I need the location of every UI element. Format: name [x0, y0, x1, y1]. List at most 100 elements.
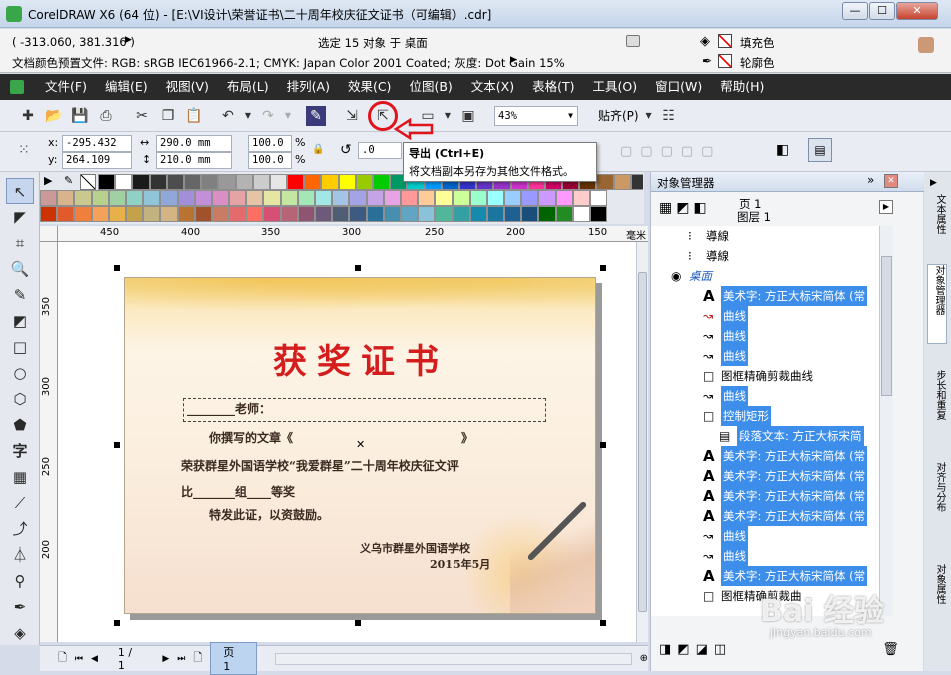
undo-dropdown-icon[interactable]: ▼	[244, 106, 252, 126]
color-swatch[interactable]	[297, 190, 315, 206]
vertical-ruler[interactable]: 350 300 250 200	[40, 242, 58, 642]
color-swatch[interactable]	[194, 206, 212, 222]
color-swatch[interactable]	[229, 206, 247, 222]
rotation-field[interactable]: .0	[358, 142, 402, 159]
color-swatch[interactable]	[304, 174, 322, 190]
first-page-icon[interactable]: ⏮	[75, 654, 83, 664]
hscroll-track[interactable]	[275, 652, 632, 665]
color-swatch[interactable]	[383, 206, 401, 222]
tree-row[interactable]: A 美术字: 方正大标宋简体 (常	[651, 446, 879, 466]
color-swatch[interactable]	[218, 174, 236, 190]
menu-help[interactable]: 帮助(H)	[711, 74, 773, 100]
fill-tool-icon[interactable]: ◈	[6, 620, 34, 646]
basic-shapes-tool-icon[interactable]: ⬟	[6, 412, 34, 438]
prev-page-icon[interactable]: ◀	[91, 654, 98, 664]
last-page-icon[interactable]: ⏭	[177, 654, 185, 664]
menu-file[interactable]: 文件(F)	[36, 74, 96, 100]
scrollbar-thumb[interactable]	[638, 272, 647, 612]
search-content-icon[interactable]: ✎	[306, 105, 326, 126]
color-swatch[interactable]	[418, 206, 436, 222]
object-manager-tab[interactable]: 对象管理器	[927, 264, 947, 344]
snapshot-icon[interactable]	[626, 35, 640, 47]
dimension-tool-icon[interactable]: ⟋	[6, 490, 34, 516]
edit-across-layers-icon[interactable]: ◧	[693, 200, 706, 216]
menu-effects[interactable]: 效果(C)	[339, 74, 400, 100]
color-swatch[interactable]	[504, 190, 522, 206]
no-outline-swatch[interactable]	[718, 54, 732, 68]
rectangle-tool-icon[interactable]: □	[6, 334, 34, 360]
no-fill-swatch[interactable]	[718, 34, 732, 48]
smart-fill-tool-icon[interactable]: ◩	[6, 308, 34, 334]
tree-row[interactable]: A 美术字: 方正大标宋简体 (常	[651, 286, 879, 306]
color-swatch[interactable]	[263, 190, 281, 206]
color-swatch[interactable]	[613, 174, 631, 190]
color-swatch[interactable]	[98, 174, 116, 190]
add-page-end-icon[interactable]: 🗋	[193, 649, 202, 668]
paste-icon[interactable]: 📋	[184, 106, 204, 126]
color-swatch[interactable]	[183, 174, 202, 190]
color-swatch[interactable]	[630, 174, 643, 190]
selection-handle-br[interactable]	[600, 620, 606, 626]
open-folder-icon[interactable]: 📂	[44, 106, 64, 126]
docker-tab-arrow-icon[interactable]: ▶	[930, 178, 937, 188]
shape-tool-icon[interactable]: ◤	[6, 204, 34, 230]
wrap-text-icon[interactable]: ▤	[808, 138, 832, 162]
menu-arrange[interactable]: 排列(A)	[278, 74, 339, 100]
color-swatch[interactable]	[538, 206, 556, 222]
tree-row[interactable]: ⁝ 導線	[651, 246, 879, 266]
color-swatch[interactable]	[366, 190, 384, 206]
color-swatch[interactable]	[280, 206, 298, 222]
pen-nib-icon[interactable]: ✒	[702, 54, 712, 68]
selection-handle-tr[interactable]	[600, 265, 606, 271]
tree-row[interactable]: ↝ 曲线	[651, 526, 879, 546]
color-swatch[interactable]	[143, 206, 161, 222]
color-swatch[interactable]	[194, 190, 212, 206]
minimize-button[interactable]: —	[842, 2, 868, 20]
save-icon[interactable]: 💾	[70, 106, 90, 126]
undo-icon[interactable]: ↶	[218, 106, 238, 126]
menu-edit[interactable]: 编辑(E)	[96, 74, 157, 100]
color-swatch[interactable]	[590, 190, 608, 206]
color-swatch[interactable]	[435, 206, 453, 222]
tree-row[interactable]: A 美术字: 方正大标宋简体 (常	[651, 506, 879, 526]
color-swatch[interactable]	[160, 190, 178, 206]
pick-tool-icon[interactable]: ↖	[6, 178, 34, 204]
print-icon[interactable]: ⎙	[96, 106, 116, 126]
align-buttons-group[interactable]: ▢▢▢▢▢	[620, 144, 770, 159]
layer-manager-icon[interactable]: ◩	[676, 200, 689, 216]
ellipse-tool-icon[interactable]: ○	[6, 360, 34, 386]
color-swatch[interactable]	[108, 206, 126, 222]
next-page-icon[interactable]: ▶	[162, 654, 169, 664]
color-swatch[interactable]	[596, 174, 614, 190]
color-swatch[interactable]	[252, 174, 270, 190]
combine-icon[interactable]: ◧	[776, 142, 789, 158]
color-swatch[interactable]	[74, 190, 92, 206]
color-swatch[interactable]	[366, 206, 384, 222]
menu-bitmaps[interactable]: 位图(B)	[400, 74, 461, 100]
new-master-layer-even-icon[interactable]: ◪	[696, 642, 708, 657]
tree-row[interactable]: ↝ 曲线	[651, 306, 879, 326]
polygon-tool-icon[interactable]: ⬡	[6, 386, 34, 412]
color-swatch[interactable]	[555, 190, 573, 206]
color-swatch[interactable]	[57, 206, 75, 222]
docker-close-icon[interactable]: ✕	[884, 174, 898, 188]
tree-row[interactable]: A 美术字: 方正大标宋简体 (常	[651, 466, 879, 486]
color-swatch[interactable]	[555, 206, 573, 222]
color-swatch[interactable]	[338, 174, 356, 190]
color-swatch[interactable]	[349, 206, 367, 222]
selection-handle-tl[interactable]	[114, 265, 120, 271]
blend-tool-icon[interactable]: ⏃	[6, 542, 34, 568]
color-swatch[interactable]	[521, 190, 539, 206]
selection-handle-ml[interactable]	[114, 442, 120, 448]
step-repeat-tab[interactable]: 步长和重复	[927, 370, 947, 454]
fill-bucket-icon[interactable]: ◈	[700, 34, 710, 49]
object-properties-tab[interactable]: 对象属性	[927, 564, 947, 644]
vertical-scrollbar[interactable]	[636, 242, 648, 642]
snap-to-menu[interactable]: 贴齐(P)	[598, 107, 639, 124]
color-swatch[interactable]	[201, 174, 219, 190]
tree-row[interactable]: ↝ 曲线	[651, 386, 879, 406]
color-swatch[interactable]	[211, 190, 230, 206]
play-arrow-icon[interactable]: ▶	[125, 35, 132, 45]
color-swatch[interactable]	[486, 206, 505, 222]
color-swatch[interactable]	[400, 206, 419, 222]
